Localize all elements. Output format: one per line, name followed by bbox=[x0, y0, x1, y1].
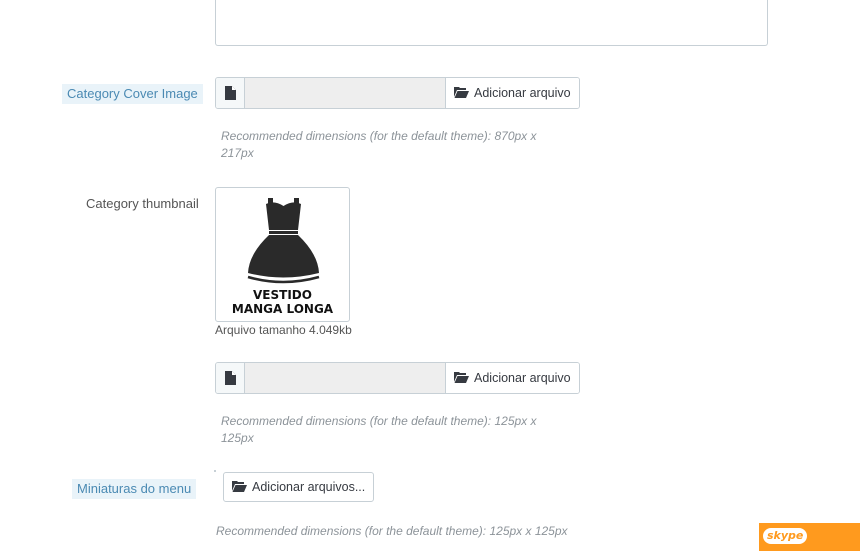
thumbnail-help: Recommended dimensions (for the default … bbox=[221, 413, 537, 447]
cover-image-label: Category Cover Image bbox=[62, 84, 203, 104]
description-textarea[interactable] bbox=[215, 0, 768, 46]
folder-open-icon bbox=[232, 480, 247, 495]
folder-open-icon bbox=[454, 86, 469, 101]
thumbnail-text-line2: MANGA LONGA bbox=[231, 302, 334, 316]
cover-image-help-line1: Recommended dimensions (for the default … bbox=[221, 129, 537, 143]
menu-thumbnails-label: Miniaturas do menu bbox=[72, 479, 197, 499]
folder-open-icon bbox=[454, 371, 469, 386]
cover-image-help-line2: 217px bbox=[221, 146, 254, 160]
menu-thumbnails-help: Recommended dimensions (for the default … bbox=[216, 524, 568, 538]
thumbnail-label: Category thumbnail bbox=[86, 196, 199, 211]
cover-image-add-file-label: Adicionar arquivo bbox=[474, 86, 571, 100]
thumbnail-add-file-button[interactable]: Adicionar arquivo bbox=[446, 363, 579, 393]
cover-image-filename-field[interactable] bbox=[245, 78, 446, 108]
thumbnail-add-file-label: Adicionar arquivo bbox=[474, 371, 571, 385]
thumbnail-preview: VESTIDO MANGA LONGA bbox=[215, 187, 350, 322]
divider-dot bbox=[214, 470, 216, 472]
thumbnail-file-input: Adicionar arquivo bbox=[215, 362, 580, 394]
cover-image-file-input: Adicionar arquivo bbox=[215, 77, 580, 109]
file-icon bbox=[216, 363, 245, 393]
thumbnail-help-line1: Recommended dimensions (for the default … bbox=[221, 414, 537, 428]
thumbnail-filename-field[interactable] bbox=[245, 363, 446, 393]
file-icon bbox=[216, 78, 245, 108]
thumbnail-text-line1: VESTIDO bbox=[253, 288, 312, 302]
menu-thumbnails-add-files-label: Adicionar arquivos... bbox=[252, 480, 366, 494]
menu-thumbnails-add-files-button[interactable]: Adicionar arquivos... bbox=[223, 472, 375, 502]
cover-image-help: Recommended dimensions (for the default … bbox=[221, 128, 537, 162]
skype-logo: skype bbox=[763, 528, 808, 544]
cover-image-add-file-button[interactable]: Adicionar arquivo bbox=[446, 78, 579, 108]
thumbnail-help-line2: 125px bbox=[221, 431, 254, 445]
thumbnail-file-size: Arquivo tamanho 4.049kb bbox=[215, 323, 352, 337]
dress-icon bbox=[247, 198, 320, 284]
skype-bar[interactable]: skype bbox=[759, 523, 860, 551]
